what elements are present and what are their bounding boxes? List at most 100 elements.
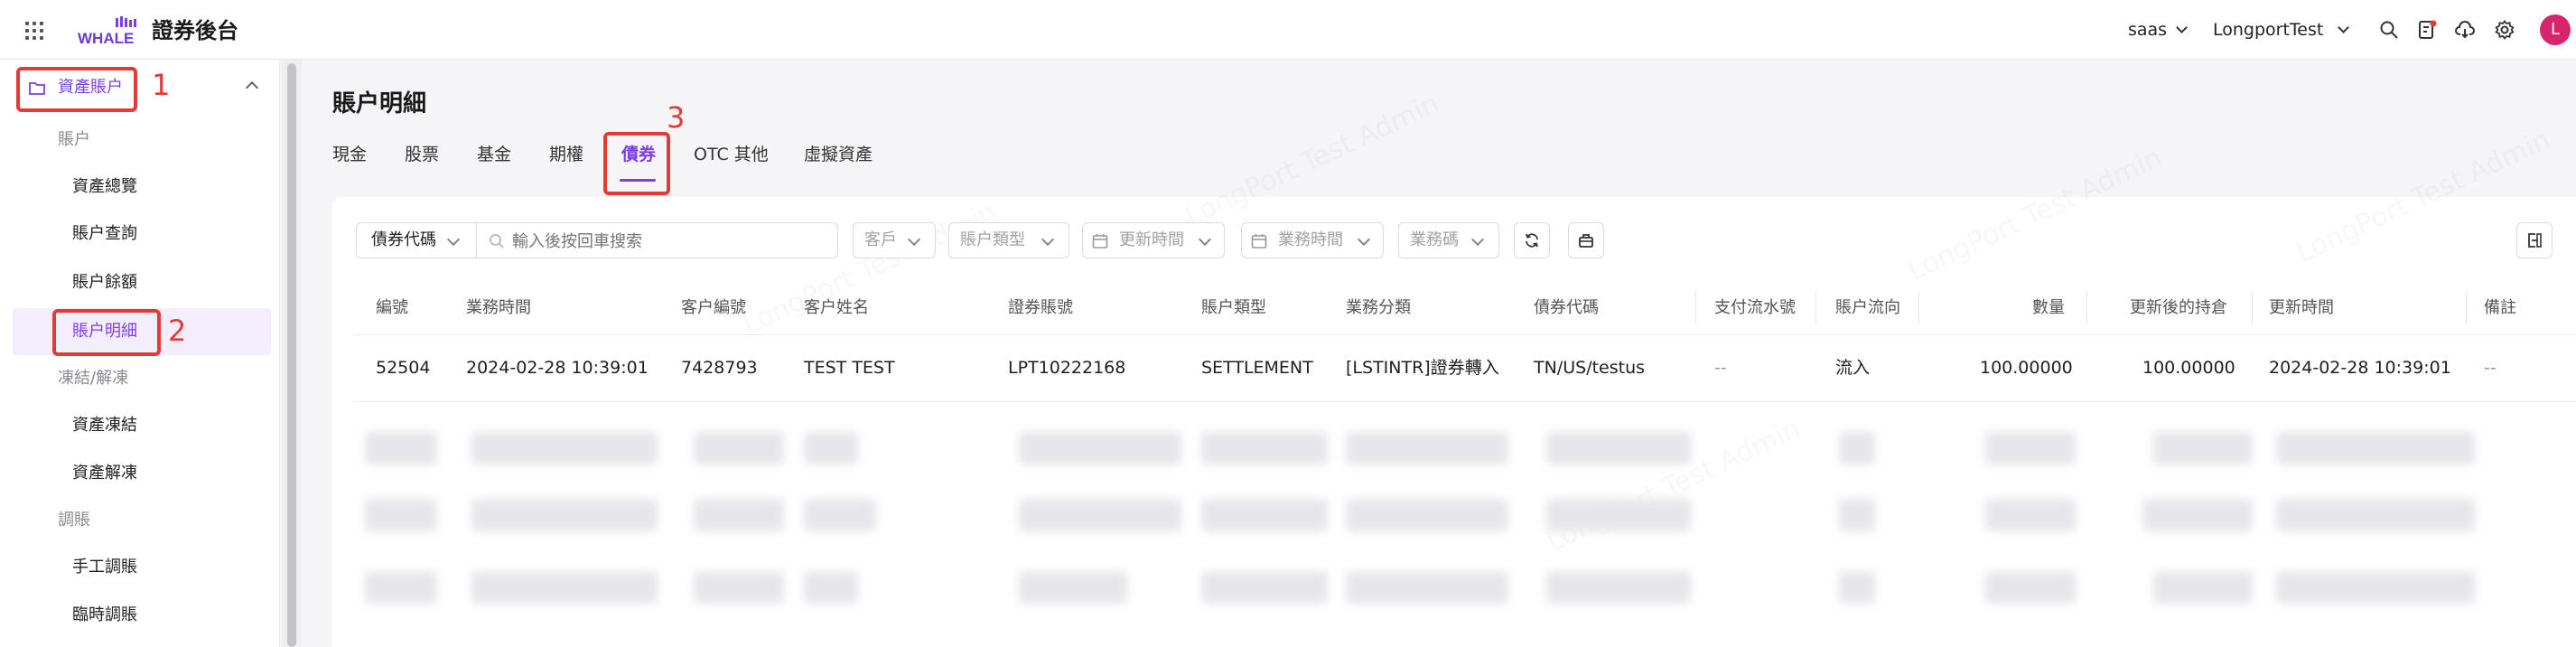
export-button[interactable] <box>2516 222 2553 258</box>
row-divider <box>354 401 2576 402</box>
cell-account-type: SETTLEMENT <box>1201 358 1313 378</box>
tab-otc-other[interactable]: OTC 其他 <box>694 143 769 166</box>
column-header-customer-name: 客户姓名 <box>804 298 869 317</box>
annotation-box-1 <box>16 67 137 112</box>
column-separator <box>2466 291 2467 324</box>
search-type-label: 債券代碼 <box>371 230 436 249</box>
search-group: 債券代碼 <box>356 222 838 258</box>
chevron-down-icon <box>907 232 921 247</box>
column-separator <box>1695 291 1696 324</box>
page-title: 賬户明細 <box>332 90 427 117</box>
app-title: 證券後台 <box>152 18 238 43</box>
business-time-filter-label: 業務時間 <box>1278 230 1343 249</box>
account-type-filter[interactable]: 賬户類型 <box>948 222 1069 258</box>
column-header-flow-direction: 賬户流向 <box>1835 298 1900 317</box>
chevron-down-icon <box>2176 22 2189 33</box>
refresh-button[interactable] <box>1514 222 1550 258</box>
env-selector[interactable]: saas <box>2128 18 2189 42</box>
top-bar: WHALE 證券後台 saas LongportTest L <box>0 0 2576 60</box>
cell-customer-id: 7428793 <box>681 358 758 378</box>
sidebar-section-adjust: 調賬 <box>58 511 90 530</box>
update-time-filter[interactable]: 更新時間 <box>1082 222 1225 258</box>
scrollbar-thumb[interactable] <box>287 63 296 647</box>
column-header-business-category: 業務分類 <box>1346 298 1411 317</box>
search-icon[interactable] <box>2379 20 2399 40</box>
sidebar-item-account-balance[interactable]: 賬户餘額 <box>72 271 137 295</box>
logo-text: WHALE <box>78 30 134 45</box>
tab-funds[interactable]: 基金 <box>477 143 511 166</box>
column-header-quantity: 數量 <box>2032 298 2065 317</box>
update-time-filter-label: 更新時間 <box>1119 230 1184 249</box>
cell-quantity: 100.00000 <box>1980 358 2073 378</box>
env-label: saas <box>2128 20 2168 40</box>
chevron-down-icon <box>2338 22 2350 33</box>
business-code-filter-label: 業務碼 <box>1410 230 1459 249</box>
column-separator <box>1815 291 1816 324</box>
column-header-updated-position: 更新後的持倉 <box>2130 298 2227 317</box>
chevron-down-icon <box>1357 232 1371 247</box>
cell-securities-account: LPT10222168 <box>1008 358 1126 378</box>
cell-business-time: 2024-02-28 10:39:01 <box>466 358 649 378</box>
calendar-icon <box>1251 234 1267 248</box>
search-input[interactable] <box>510 227 830 256</box>
chevron-down-icon <box>1470 232 1485 247</box>
export-icon <box>2528 233 2542 248</box>
sidebar-item-temp-adjust[interactable]: 臨時調賬 <box>72 604 137 627</box>
avatar[interactable]: L <box>2540 14 2571 45</box>
search-icon <box>490 234 504 248</box>
business-time-filter[interactable]: 業務時間 <box>1241 222 1384 258</box>
chevron-down-icon <box>1041 232 1055 247</box>
column-header-bond-code: 債券代碼 <box>1534 298 1599 317</box>
gear-icon[interactable] <box>2495 20 2515 40</box>
tab-options[interactable]: 期權 <box>549 143 583 166</box>
cell-remarks: -- <box>2484 358 2497 378</box>
tenant-label: LongportTest <box>2213 20 2324 40</box>
annotation-number-1: 1 <box>152 68 171 102</box>
sidebar-item-asset-overview[interactable]: 資產總覽 <box>72 175 137 199</box>
sidebar-item-asset-freeze[interactable]: 資產凍結 <box>72 414 137 437</box>
cell-customer-name: TEST TEST <box>804 358 895 378</box>
column-header-customer-id: 客户編號 <box>681 298 746 317</box>
clear-icon <box>1579 234 1593 248</box>
sidebar-item-asset-unfreeze[interactable]: 資產解凍 <box>72 462 137 485</box>
task-icon[interactable] <box>2417 20 2437 40</box>
cell-payment-serial: -- <box>1714 358 1727 378</box>
search-type-select[interactable]: 債券代碼 <box>357 223 477 258</box>
tab-stocks[interactable]: 股票 <box>405 143 439 166</box>
whale-logo: WHALE <box>76 16 141 47</box>
account-type-filter-label: 賬户類型 <box>960 230 1025 249</box>
chevron-down-icon <box>1198 232 1212 247</box>
cell-update-time: 2024-02-28 10:39:01 <box>2269 358 2451 378</box>
tab-virtual-assets[interactable]: 虛擬資產 <box>804 143 873 166</box>
refresh-icon <box>1526 233 1538 248</box>
column-separator <box>1918 291 1919 324</box>
cell-updated-position: 100.00000 <box>2142 358 2235 378</box>
cell-business-category: [LSTINTR]證券轉入 <box>1346 358 1499 378</box>
sidebar-section-account: 賬户 <box>58 130 90 149</box>
download-cloud-icon[interactable] <box>2455 20 2475 40</box>
column-header-account-type: 賬户類型 <box>1201 298 1266 317</box>
column-separator <box>2252 291 2253 324</box>
business-code-filter[interactable]: 業務碼 <box>1398 222 1499 258</box>
customer-filter[interactable]: 客戶 <box>853 222 936 258</box>
column-separator <box>2086 291 2087 324</box>
column-header-update-time: 更新時間 <box>2269 298 2334 317</box>
tab-active-underline <box>620 179 656 182</box>
tenant-selector[interactable]: LongportTest <box>2213 18 2350 42</box>
column-header-id: 編號 <box>376 298 408 317</box>
tab-cash[interactable]: 現金 <box>332 143 367 166</box>
annotation-box-2 <box>52 309 161 356</box>
tab-bonds[interactable]: 債券 <box>621 143 656 166</box>
annotation-number-2: 2 <box>168 314 187 348</box>
clear-filters-button[interactable] <box>1568 222 1604 258</box>
column-header-business-time: 業務時間 <box>466 298 531 317</box>
column-header-remarks: 備註 <box>2484 298 2516 317</box>
cell-flow-direction: 流入 <box>1835 358 1871 378</box>
sidebar-item-manual-adjust[interactable]: 手工調賬 <box>72 556 137 579</box>
calendar-icon <box>1092 234 1108 248</box>
column-header-securities-account: 證券賬號 <box>1008 298 1073 317</box>
sidebar-scrollbar[interactable] <box>282 60 302 647</box>
sidebar-item-account-query[interactable]: 賬户查詢 <box>72 222 137 246</box>
cell-id: 52504 <box>376 358 431 378</box>
app-grid-icon[interactable] <box>25 22 43 40</box>
